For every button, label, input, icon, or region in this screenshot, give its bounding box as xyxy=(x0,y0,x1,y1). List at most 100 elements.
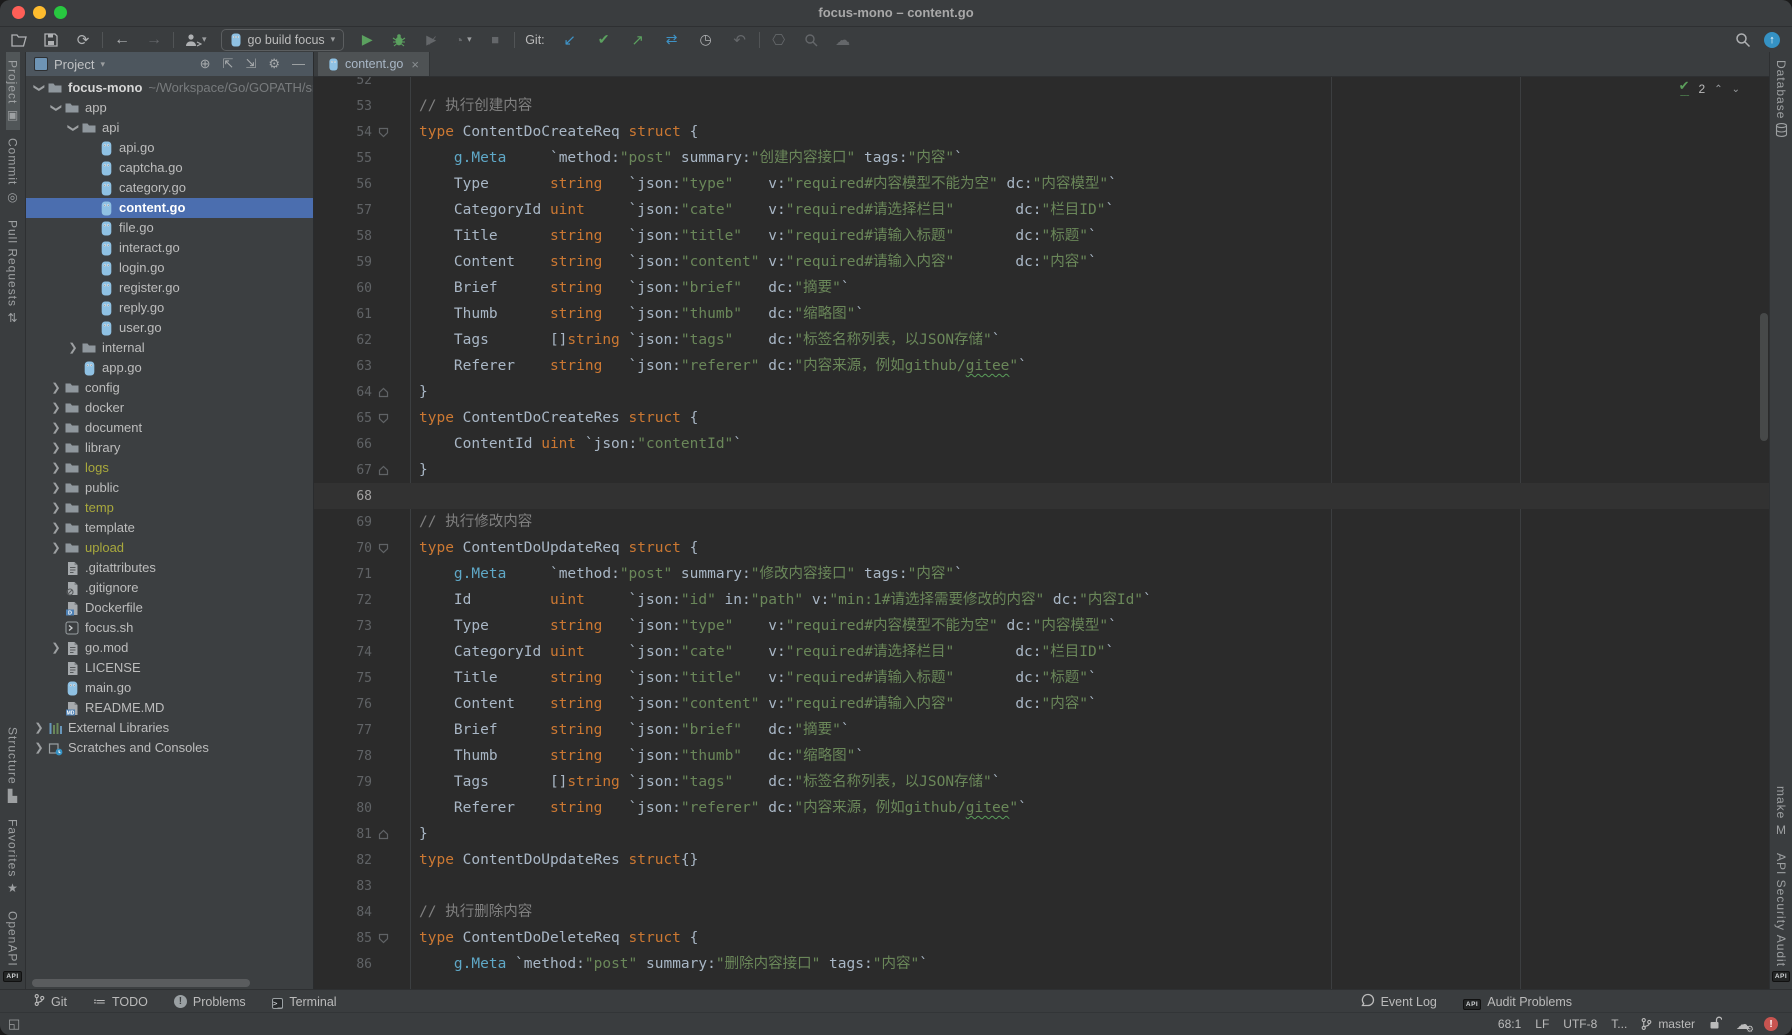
chevron-collapsed-icon[interactable]: ❯ xyxy=(31,738,47,758)
stripe-item-commit[interactable]: Commit◎ xyxy=(6,130,20,211)
code-line-65[interactable]: 65type ContentDoCreateRes struct { xyxy=(314,405,1770,431)
git-merge-icon[interactable]: ⇄ xyxy=(663,31,681,49)
tree-item-external-libraries[interactable]: ❯External Libraries xyxy=(26,718,313,738)
git-push-icon[interactable]: ↗ xyxy=(629,31,647,49)
stripe-item-database[interactable]: Database xyxy=(1774,52,1788,148)
line-number[interactable]: 86 xyxy=(314,957,372,972)
open-icon[interactable] xyxy=(10,31,28,49)
close-icon[interactable]: × xyxy=(411,57,419,72)
tree-item-app[interactable]: ❯app xyxy=(26,98,313,118)
tool-window-button-git[interactable]: Git xyxy=(34,993,67,1010)
line-number[interactable]: 85 xyxy=(314,931,372,946)
chevron-collapsed-icon[interactable]: ❯ xyxy=(48,478,64,498)
line-number[interactable]: 66 xyxy=(314,437,372,452)
line-number[interactable]: 72 xyxy=(314,593,372,608)
line-number[interactable]: 84 xyxy=(314,905,372,920)
editor-vertical-scrollbar[interactable] xyxy=(1760,313,1768,441)
tree-item-api.go[interactable]: api.go xyxy=(26,138,313,158)
code-line-83[interactable]: 83 xyxy=(314,873,1770,899)
file-encoding[interactable]: UTF-8 xyxy=(1563,1017,1597,1031)
hexagon-icon[interactable]: ⎔ xyxy=(770,31,788,49)
stripe-item-pull-requests[interactable]: Pull Requests⇅ xyxy=(6,212,20,333)
code-line-58[interactable]: 58 Title string `json:"title" v:"require… xyxy=(314,223,1770,249)
code-line-55[interactable]: 55 g.Meta `method:"post" summary:"创建内容接口… xyxy=(314,145,1770,171)
project-panel-title[interactable]: Project xyxy=(54,57,94,72)
tree-item-interact.go[interactable]: interact.go xyxy=(26,238,313,258)
line-number[interactable]: 55 xyxy=(314,151,372,166)
code-line-64[interactable]: 64} xyxy=(314,379,1770,405)
coverage-icon[interactable]: ▶̷ xyxy=(422,31,440,49)
history-icon[interactable]: ◷ xyxy=(697,31,715,49)
tree-item-file.go[interactable]: file.go xyxy=(26,218,313,238)
inspections-widget[interactable]: ✔﹏ 2 ⌃ ⌄ xyxy=(1679,81,1740,97)
line-number[interactable]: 54 xyxy=(314,125,372,140)
tree-item-content.go[interactable]: content.go xyxy=(26,198,313,218)
line-number[interactable]: 67 xyxy=(314,463,372,478)
run-configuration-select[interactable]: go build focus ▾ xyxy=(221,29,345,51)
line-number[interactable]: 82 xyxy=(314,853,372,868)
run-icon[interactable]: ▶ xyxy=(358,31,376,49)
tree-item-readme.md[interactable]: MDREADME.MD xyxy=(26,698,313,718)
code-line-72[interactable]: 72 Id uint `json:"id" in:"path" v:"min:1… xyxy=(314,587,1770,613)
caret-position[interactable]: 68:1 xyxy=(1498,1017,1521,1031)
error-indicator-icon[interactable]: ! xyxy=(1764,1017,1778,1031)
next-problem-icon[interactable]: ⌄ xyxy=(1732,84,1740,95)
chevron-expanded-icon[interactable]: ❯ xyxy=(29,80,49,96)
line-number[interactable]: 59 xyxy=(314,255,372,270)
chevron-collapsed-icon[interactable]: ❯ xyxy=(48,518,64,538)
tree-item-main.go[interactable]: main.go xyxy=(26,678,313,698)
line-number[interactable]: 68 xyxy=(314,489,372,504)
chevron-collapsed-icon[interactable]: ❯ xyxy=(48,458,64,478)
git-branch-widget[interactable]: master xyxy=(1641,1017,1695,1031)
line-ending[interactable]: LF xyxy=(1535,1017,1549,1031)
line-number[interactable]: 70 xyxy=(314,541,372,556)
search-everywhere-dim-icon[interactable] xyxy=(802,31,820,49)
line-number[interactable]: 75 xyxy=(314,671,372,686)
code-line-85[interactable]: 85type ContentDoDeleteReq struct { xyxy=(314,925,1770,951)
tree-item-upload[interactable]: ❯upload xyxy=(26,538,313,558)
line-number[interactable]: 74 xyxy=(314,645,372,660)
locate-file-icon[interactable]: ⊕ xyxy=(200,56,211,72)
code-line-54[interactable]: 54type ContentDoCreateReq struct { xyxy=(314,119,1770,145)
code-line-67[interactable]: 67} xyxy=(314,457,1770,483)
code-line-70[interactable]: 70type ContentDoUpdateReq struct { xyxy=(314,535,1770,561)
line-number[interactable]: 79 xyxy=(314,775,372,790)
prev-problem-icon[interactable]: ⌃ xyxy=(1714,84,1722,95)
fold-end-icon[interactable] xyxy=(372,457,394,483)
stripe-item-favorites[interactable]: Favorites★ xyxy=(6,811,20,903)
tree-item-captcha.go[interactable]: captcha.go xyxy=(26,158,313,178)
debug-icon[interactable] xyxy=(390,31,408,49)
tree-item-focus-mono[interactable]: ❯focus-mono~/Workspace/Go/GOPATH/src/git… xyxy=(26,78,313,98)
tree-item-login.go[interactable]: login.go xyxy=(26,258,313,278)
tool-window-button-problems[interactable]: !Problems xyxy=(174,993,246,1010)
line-number[interactable]: 81 xyxy=(314,827,372,842)
line-number[interactable]: 78 xyxy=(314,749,372,764)
code-line-69[interactable]: 69// 执行修改内容 xyxy=(314,509,1770,535)
line-number[interactable]: 63 xyxy=(314,359,372,374)
code-with-me-icon[interactable]: ▾ xyxy=(184,31,207,49)
ide-update-icon[interactable]: ↑ xyxy=(1764,32,1780,48)
code-line-61[interactable]: 61 Thumb string `json:"thumb" dc:"缩略图"` xyxy=(314,301,1770,327)
search-icon[interactable] xyxy=(1734,31,1752,49)
code-line-59[interactable]: 59 Content string `json:"content" v:"req… xyxy=(314,249,1770,275)
stripe-item-openapi[interactable]: OpenAPIAPI xyxy=(3,903,21,990)
tree-item-template[interactable]: ❯template xyxy=(26,518,313,538)
code-line-56[interactable]: 56 Type string `json:"type" v:"required#… xyxy=(314,171,1770,197)
cloud-settings-icon[interactable]: ☁⚙ xyxy=(1736,1016,1750,1033)
line-number[interactable]: 77 xyxy=(314,723,372,738)
tree-item-go.mod[interactable]: ❯go.mod xyxy=(26,638,313,658)
chevron-down-icon[interactable]: ▾ xyxy=(100,59,105,70)
stripe-item-project[interactable]: Project▣ xyxy=(6,52,20,130)
fold-start-icon[interactable] xyxy=(372,535,394,561)
line-number[interactable]: 60 xyxy=(314,281,372,296)
tool-window-button-audit-problems[interactable]: APIAudit Problems xyxy=(1463,993,1572,1010)
fold-start-icon[interactable] xyxy=(372,119,394,145)
line-number[interactable]: 52 xyxy=(314,77,372,88)
line-number[interactable]: 64 xyxy=(314,385,372,400)
line-number[interactable]: 73 xyxy=(314,619,372,634)
tree-item-user.go[interactable]: user.go xyxy=(26,318,313,338)
editor-viewport[interactable]: 5253// 执行创建内容54type ContentDoCreateReq s… xyxy=(314,77,1770,990)
tree-item-.gitattributes[interactable]: .gitattributes xyxy=(26,558,313,578)
fold-start-icon[interactable] xyxy=(372,925,394,951)
gear-icon[interactable]: ⚙ xyxy=(268,56,280,72)
